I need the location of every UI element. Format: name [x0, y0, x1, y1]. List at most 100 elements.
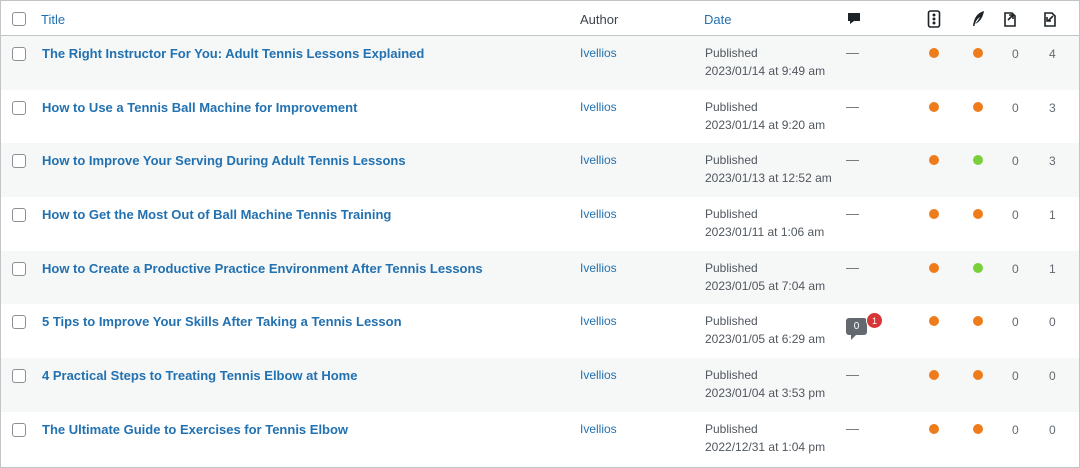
incoming-links-count: 3: [1049, 154, 1056, 169]
outgoing-links-count: 0: [1012, 315, 1019, 330]
incoming-links-count: 1: [1049, 208, 1056, 223]
readability-dot: [973, 262, 983, 273]
readability-dot: [973, 155, 983, 166]
seo-score-icon: [927, 10, 941, 28]
no-comments: —: [846, 98, 859, 114]
table-row: How to Use a Tennis Ball Machine for Imp…: [1, 90, 1079, 144]
post-status: Published: [705, 368, 758, 383]
author-link[interactable]: Ivellios: [580, 46, 617, 60]
no-comments: —: [846, 45, 859, 60]
row-checkbox[interactable]: [12, 315, 26, 330]
outgoing-links-count: 0: [1012, 154, 1019, 169]
no-comments: —: [846, 420, 859, 436]
seo-score-dot: [929, 209, 939, 220]
post-title-link[interactable]: 5 Tips to Improve Your Skills After Taki…: [42, 314, 402, 329]
row-checkbox[interactable]: [12, 208, 26, 223]
readability-icon: [973, 11, 984, 26]
seo-score-dot: [929, 48, 939, 58]
post-datetime: 2023/01/14 at 9:49 am: [705, 64, 826, 78]
row-checkbox[interactable]: [12, 154, 26, 169]
seo-score-dot: [929, 155, 939, 166]
no-comments: —: [846, 367, 859, 383]
table-row: How to Improve Your Serving During Adult…: [1, 143, 1079, 198]
pending-comments-badge[interactable]: 1: [866, 312, 883, 330]
post-status: Published: [705, 314, 758, 329]
author-link[interactable]: Ivellios: [580, 422, 617, 436]
post-title-link[interactable]: The Right Instructor For You: Adult Tenn…: [42, 46, 424, 61]
outgoing-links-count: 0: [1012, 261, 1019, 276]
post-status: Published: [705, 260, 758, 275]
incoming-links-count: 1: [1049, 261, 1056, 276]
post-datetime: 2023/01/13 at 12:52 am: [705, 171, 832, 186]
table-row: 4 Practical Steps to Treating Tennis Elb…: [1, 358, 1079, 412]
post-title-link[interactable]: How to Improve Your Serving During Adult…: [42, 153, 406, 168]
table-row: How to Create a Productive Practice Envi…: [1, 250, 1079, 305]
no-comments: —: [846, 152, 859, 168]
outgoing-links-count: 0: [1012, 100, 1019, 115]
readability-dot: [973, 370, 983, 381]
outgoing-links-count: 0: [1012, 47, 1019, 61]
incoming-links-count: 4: [1049, 47, 1056, 61]
post-title-link[interactable]: How to Use a Tennis Ball Machine for Imp…: [42, 100, 357, 115]
seo-score-dot: [929, 423, 939, 434]
column-title-sort[interactable]: Title: [41, 12, 65, 27]
post-datetime: 2023/01/14 at 9:20 am: [705, 117, 826, 132]
approved-comments-bubble[interactable]: 0: [846, 318, 867, 341]
table-row: How to Get the Most Out of Ball Machine …: [1, 197, 1079, 251]
post-datetime: 2023/01/04 at 3:53 pm: [705, 386, 826, 401]
post-datetime: 2023/01/05 at 6:29 am: [705, 332, 826, 347]
readability-dot: [973, 101, 983, 112]
row-checkbox[interactable]: [12, 369, 26, 384]
no-comments: —: [846, 206, 859, 222]
row-checkbox[interactable]: [12, 422, 26, 437]
select-all-checkbox[interactable]: [12, 12, 26, 26]
incoming-links-count: 0: [1049, 315, 1056, 330]
row-checkbox[interactable]: [12, 47, 26, 61]
post-title-link[interactable]: How to Create a Productive Practice Envi…: [42, 261, 483, 276]
seo-score-dot: [929, 262, 939, 273]
row-checkbox[interactable]: [12, 100, 26, 115]
posts-table: Title Author Date The Right Instructor F…: [0, 0, 1080, 468]
outgoing-links-count: 0: [1012, 369, 1019, 384]
incoming-links-count: 3: [1049, 100, 1056, 115]
post-status: Published: [705, 421, 758, 436]
column-date-sort[interactable]: Date: [704, 12, 731, 27]
outgoing-links-icon: [1004, 12, 1016, 27]
comments-icon: [848, 13, 860, 24]
author-link[interactable]: Ivellios: [580, 100, 617, 114]
readability-dot: [973, 316, 983, 327]
post-status: Published: [705, 46, 758, 60]
author-link[interactable]: Ivellios: [580, 207, 617, 221]
no-comments: —: [846, 259, 859, 275]
seo-score-dot: [929, 316, 939, 327]
author-link[interactable]: Ivellios: [580, 261, 617, 275]
post-title-link[interactable]: How to Get the Most Out of Ball Machine …: [42, 207, 391, 222]
incoming-links-icon: [1044, 12, 1056, 27]
table-header: Title Author Date: [1, 1, 1079, 36]
author-link[interactable]: Ivellios: [580, 314, 617, 328]
author-link[interactable]: Ivellios: [580, 368, 617, 382]
readability-dot: [973, 423, 983, 434]
readability-dot: [973, 48, 983, 58]
incoming-links-count: 0: [1049, 422, 1056, 437]
table-row: The Right Instructor For You: Adult Tenn…: [1, 36, 1079, 90]
post-status: Published: [705, 153, 758, 168]
post-status: Published: [705, 99, 758, 114]
post-datetime: 2023/01/11 at 1:06 am: [705, 225, 825, 240]
post-status: Published: [705, 207, 758, 222]
seo-score-dot: [929, 370, 939, 381]
table-row: The Ultimate Guide to Exercises for Tenn…: [1, 412, 1079, 466]
readability-dot: [973, 209, 983, 220]
outgoing-links-count: 0: [1012, 208, 1019, 223]
column-author: Author: [580, 12, 619, 27]
table-row: 5 Tips to Improve Your Skills After Taki…: [1, 304, 1079, 358]
row-checkbox[interactable]: [12, 261, 26, 276]
seo-score-dot: [929, 101, 939, 112]
post-datetime: 2022/12/31 at 1:04 pm: [705, 439, 826, 454]
author-link[interactable]: Ivellios: [580, 153, 617, 167]
incoming-links-count: 0: [1049, 369, 1056, 384]
outgoing-links-count: 0: [1012, 422, 1019, 437]
post-title-link[interactable]: The Ultimate Guide to Exercises for Tenn…: [42, 422, 348, 437]
post-datetime: 2023/01/05 at 7:04 am: [705, 278, 826, 293]
post-title-link[interactable]: 4 Practical Steps to Treating Tennis Elb…: [42, 368, 357, 383]
